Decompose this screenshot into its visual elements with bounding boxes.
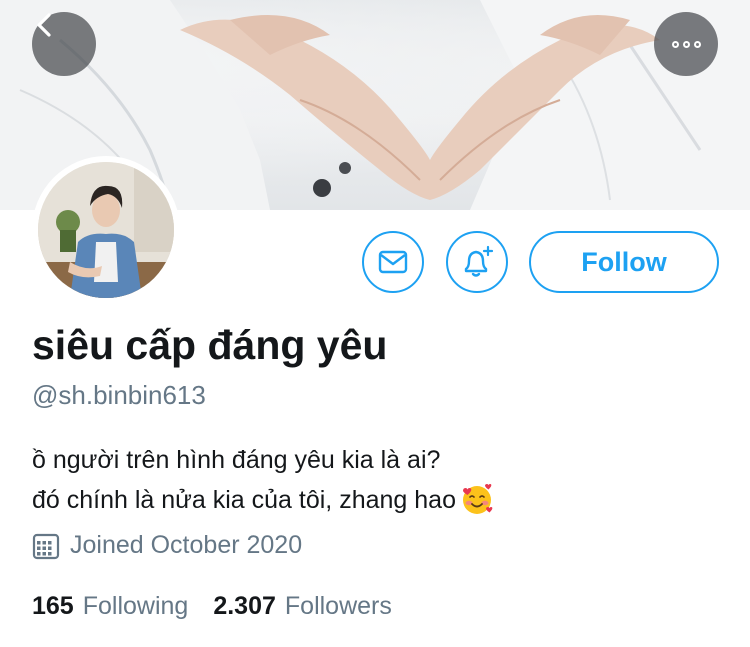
following-link[interactable]: 165 Following (32, 592, 188, 621)
joined-date-text: Joined October 2020 (70, 531, 303, 559)
followers-label: Followers (284, 592, 392, 620)
following-label: Following (82, 592, 189, 620)
profile-avatar[interactable] (32, 156, 180, 304)
chevron-left-icon (37, 13, 51, 37)
message-button[interactable] (362, 231, 424, 293)
calendar-icon (32, 533, 60, 559)
bio-line-1: ồ người trên hình đáng yêu kia là ai? (32, 446, 441, 474)
joined-date-row: Joined October 2020 (32, 531, 302, 560)
avatar-photo (38, 162, 174, 298)
display-name: siêu cấp đáng yêu (32, 322, 388, 368)
smiling-face-with-hearts-icon (462, 484, 493, 514)
bio-line-2: đó chính là nửa kia của tôi, zhang hao (32, 486, 456, 514)
back-button[interactable] (32, 12, 96, 76)
bio-line-2-wrapper: đó chính là nửa kia của tôi, zhang hao (32, 480, 494, 520)
following-count: 165 (32, 592, 74, 620)
more-options-button[interactable] (654, 12, 718, 76)
follow-button[interactable]: Follow (529, 231, 719, 293)
notifications-button[interactable] (446, 231, 508, 293)
bell-plus-icon (464, 245, 494, 277)
follow-stats: 165 Following 2.307 Followers (32, 592, 392, 621)
mail-icon (378, 250, 408, 274)
more-horizontal-icon (671, 40, 701, 48)
profile-bio: ồ người trên hình đáng yêu kia là ai? đó… (32, 440, 494, 520)
user-handle: @sh.binbin613 (32, 380, 206, 410)
followers-link[interactable]: 2.307 Followers (213, 592, 392, 621)
followers-count: 2.307 (213, 592, 276, 620)
